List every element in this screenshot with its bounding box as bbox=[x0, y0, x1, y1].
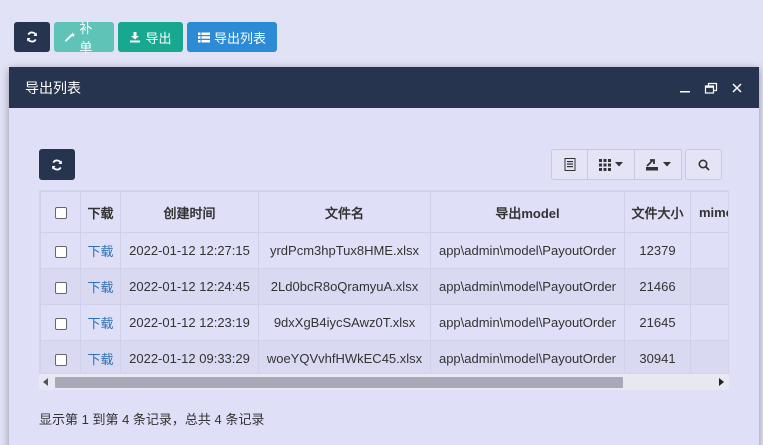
export-list-dialog: 导出列表 下载 创建时间 文件名 导出model 文件大小 mim 下载 202… bbox=[9, 67, 759, 445]
search-button[interactable] bbox=[685, 149, 722, 180]
file-size-cell: 21466 bbox=[624, 268, 691, 305]
export-table: 下载 创建时间 文件名 导出model 文件大小 mime 下载 2022-01… bbox=[40, 191, 728, 377]
pagination-summary: 显示第 1 到第 4 条记录，总共 4 条记录 bbox=[39, 412, 265, 427]
maximize-icon[interactable] bbox=[703, 80, 719, 96]
columns-dropdown-button[interactable] bbox=[587, 149, 635, 180]
magic-wand-icon bbox=[64, 32, 76, 42]
toggle-view-button[interactable] bbox=[551, 149, 588, 180]
model-cell: app\admin\model\PayoutOrder bbox=[430, 268, 625, 305]
table-row: 下载 2022-01-12 12:23:19 9dxXgB4iycSAwz0T.… bbox=[40, 304, 728, 341]
dialog-controls bbox=[677, 67, 745, 108]
close-icon[interactable] bbox=[729, 80, 745, 96]
export-dropdown-button[interactable] bbox=[634, 149, 682, 180]
table-header-row: 下载 创建时间 文件名 导出model 文件大小 mime bbox=[40, 191, 728, 233]
table-refresh-button[interactable] bbox=[39, 149, 75, 180]
model-cell: app\admin\model\PayoutOrder bbox=[430, 304, 625, 341]
created-time-cell: 2022-01-12 09:33:29 bbox=[120, 340, 259, 377]
export-list-button[interactable]: 导出列表 bbox=[187, 22, 277, 52]
download-link[interactable]: 下载 bbox=[87, 280, 113, 295]
row-checkbox[interactable] bbox=[54, 317, 67, 330]
filename-cell: woeYQVvhfHWkEC45.xlsx bbox=[258, 340, 431, 377]
file-size-cell: 30941 bbox=[624, 340, 691, 377]
search-icon bbox=[697, 158, 710, 171]
card-view-icon bbox=[564, 158, 575, 171]
table-row: 下载 2022-01-12 12:27:15 yrdPcm3hpTux8HME.… bbox=[40, 232, 728, 269]
scroll-right-icon[interactable] bbox=[719, 378, 724, 386]
dialog-header: 导出列表 bbox=[9, 67, 759, 108]
column-header[interactable]: 下载 bbox=[80, 191, 121, 233]
horizontal-scrollbar[interactable] bbox=[39, 373, 729, 390]
scrollbar-thumb[interactable] bbox=[55, 377, 623, 388]
refresh-icon bbox=[52, 159, 62, 170]
supplement-order-button[interactable]: 补单 bbox=[54, 21, 114, 55]
supplement-order-label: 补单 bbox=[79, 21, 93, 55]
caret-down-icon bbox=[615, 162, 623, 167]
select-all-header[interactable] bbox=[40, 191, 81, 233]
mime-cell: xl bbox=[690, 304, 728, 341]
mime-cell: xl bbox=[690, 232, 728, 269]
column-header[interactable]: 创建时间 bbox=[120, 191, 259, 233]
caret-down-icon bbox=[663, 162, 671, 167]
download-link[interactable]: 下载 bbox=[87, 316, 113, 331]
created-time-cell: 2022-01-12 12:23:19 bbox=[120, 304, 259, 341]
model-cell: app\admin\model\PayoutOrder bbox=[430, 340, 625, 377]
refresh-icon bbox=[27, 31, 37, 43]
file-size-cell: 12379 bbox=[624, 232, 691, 269]
column-header[interactable]: 文件大小 bbox=[624, 191, 691, 233]
mime-cell: xl bbox=[690, 268, 728, 305]
row-checkbox[interactable] bbox=[54, 245, 67, 258]
filename-cell: 2Ld0bcR8oQramyuA.xlsx bbox=[258, 268, 431, 305]
select-all-checkbox[interactable] bbox=[54, 207, 67, 220]
scroll-left-icon[interactable] bbox=[43, 378, 48, 386]
download-icon bbox=[130, 32, 141, 43]
column-header[interactable]: mime bbox=[690, 191, 728, 233]
export-table-container: 下载 创建时间 文件名 导出model 文件大小 mime 下载 2022-01… bbox=[39, 190, 729, 390]
minimize-icon[interactable] bbox=[677, 80, 693, 96]
export-label: 导出 bbox=[145, 30, 172, 46]
row-checkbox[interactable] bbox=[54, 353, 67, 366]
table-row: 下载 2022-01-12 12:24:45 2Ld0bcR8oQramyuA.… bbox=[40, 268, 728, 305]
created-time-cell: 2022-01-12 12:24:45 bbox=[120, 268, 259, 305]
column-header[interactable]: 导出model bbox=[430, 191, 625, 233]
export-button[interactable]: 导出 bbox=[118, 22, 183, 52]
table-tools bbox=[551, 149, 722, 180]
export-icon bbox=[646, 159, 658, 171]
file-size-cell: 21645 bbox=[624, 304, 691, 341]
row-checkbox[interactable] bbox=[54, 281, 67, 294]
refresh-button[interactable] bbox=[14, 22, 50, 52]
main-toolbar: 补单 导出 导出列表 bbox=[14, 21, 277, 55]
column-header[interactable]: 文件名 bbox=[258, 191, 431, 233]
model-cell: app\admin\model\PayoutOrder bbox=[430, 232, 625, 269]
download-link[interactable]: 下载 bbox=[87, 244, 113, 259]
export-list-label: 导出列表 bbox=[213, 30, 266, 46]
created-time-cell: 2022-01-12 12:27:15 bbox=[120, 232, 259, 269]
download-link[interactable]: 下载 bbox=[87, 352, 113, 367]
mime-cell: xl bbox=[690, 340, 728, 377]
filename-cell: yrdPcm3hpTux8HME.xlsx bbox=[258, 232, 431, 269]
list-icon bbox=[197, 32, 210, 42]
filename-cell: 9dxXgB4iycSAwz0T.xlsx bbox=[258, 304, 431, 341]
grid-icon bbox=[599, 158, 611, 171]
table-row: 下载 2022-01-12 09:33:29 woeYQVvhfHWkEC45.… bbox=[40, 340, 728, 377]
dialog-title: 导出列表 bbox=[25, 79, 81, 96]
